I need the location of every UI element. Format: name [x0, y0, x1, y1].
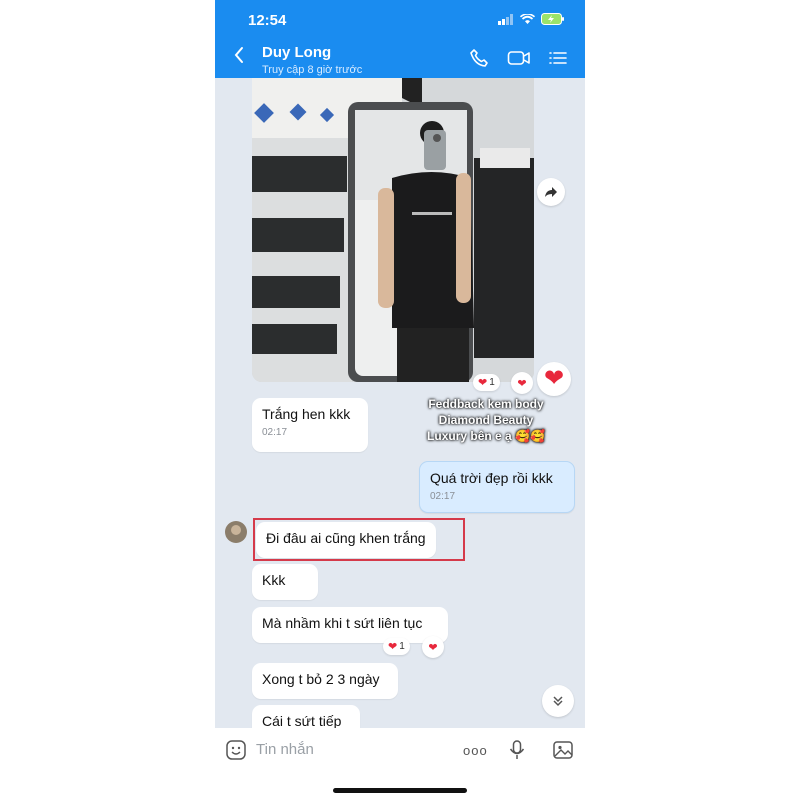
chat-area[interactable]: ❤ 1 ❤ ❤ Feddback kem body Diamond Beauty…	[215, 78, 585, 741]
heart-icon: ❤	[517, 377, 527, 390]
forward-icon[interactable]	[537, 178, 565, 206]
phone-screen: 12:54 Duy Long Truy cập 8 giờ trước ❤ 1 …	[215, 0, 585, 800]
mirror-selfie-photo	[252, 78, 534, 382]
message-text: Xong t bỏ 2 3 ngày	[262, 671, 380, 687]
react-heart-button[interactable]: ❤	[511, 372, 533, 394]
message-bubble[interactable]: Kkk	[252, 564, 318, 600]
heart-icon: ❤	[388, 641, 398, 653]
message-input[interactable]: Tin nhắn	[256, 741, 314, 758]
caption-line: Diamond Beauty	[438, 413, 534, 427]
message-bubble[interactable]: Trắng hen kkk 02:17	[252, 398, 368, 452]
message-text: Quá trời đẹp rồi kkk	[430, 470, 553, 486]
menu-icon[interactable]	[548, 48, 570, 70]
react-heart-button[interactable]: ❤	[422, 636, 444, 658]
message-text: Trắng hen kkk	[262, 406, 351, 422]
highlight-box	[253, 518, 465, 561]
phone-icon[interactable]	[469, 48, 491, 70]
message-time: 02:17	[430, 491, 456, 502]
back-icon[interactable]	[233, 46, 245, 68]
heart-icon: ❤	[543, 365, 565, 392]
message-bubble[interactable]: Xong t bỏ 2 3 ngày	[252, 663, 398, 699]
avatar[interactable]	[225, 521, 247, 543]
message-time: 02:17	[262, 427, 288, 438]
status-time: 12:54	[248, 12, 287, 29]
home-indicator	[333, 788, 467, 793]
big-heart-reaction[interactable]: ❤	[537, 362, 571, 396]
message-text: Cái t sứt tiếp	[262, 713, 342, 729]
signal-icon	[498, 13, 513, 25]
photo-caption: Feddback kem body Diamond Beauty Luxury …	[421, 396, 551, 444]
message-text: Mà nhầm khi t sứt liên tục	[262, 615, 423, 631]
message-bubble[interactable]: Mà nhầm khi t sứt liên tục	[252, 607, 448, 643]
photo-reaction-summary[interactable]: ❤ 1	[473, 374, 500, 391]
microphone-icon[interactable]	[507, 739, 527, 766]
heart-icon: ❤	[428, 641, 438, 654]
video-call-icon[interactable]	[507, 48, 530, 70]
chat-header: 12:54 Duy Long Truy cập 8 giờ trước	[215, 0, 585, 78]
message-text: Kkk	[262, 572, 286, 588]
caption-line: Feddback kem body	[428, 397, 544, 411]
wifi-icon	[520, 13, 535, 24]
reaction-count: 1	[399, 641, 405, 652]
image-icon[interactable]	[552, 739, 574, 766]
message-input-bar: Tin nhắn ooo	[215, 728, 585, 800]
heart-icon: ❤	[478, 377, 488, 389]
my-message-bubble[interactable]: Quá trời đẹp rồi kkk 02:17	[419, 461, 575, 513]
reaction-count: 1	[489, 377, 495, 388]
photo-message[interactable]	[252, 78, 534, 382]
last-seen-status: Truy cập 8 giờ trước	[262, 64, 363, 76]
battery-charging-icon	[541, 13, 564, 25]
scroll-to-bottom-icon[interactable]	[542, 685, 574, 717]
message-reaction-summary[interactable]: ❤ 1	[383, 638, 410, 655]
more-options-icon[interactable]: ooo	[463, 743, 488, 758]
status-icons	[498, 13, 565, 25]
caption-line: Luxury bên e ạ 🥰🥰	[427, 429, 545, 443]
contact-name[interactable]: Duy Long	[262, 44, 331, 61]
sticker-icon[interactable]	[225, 739, 247, 766]
